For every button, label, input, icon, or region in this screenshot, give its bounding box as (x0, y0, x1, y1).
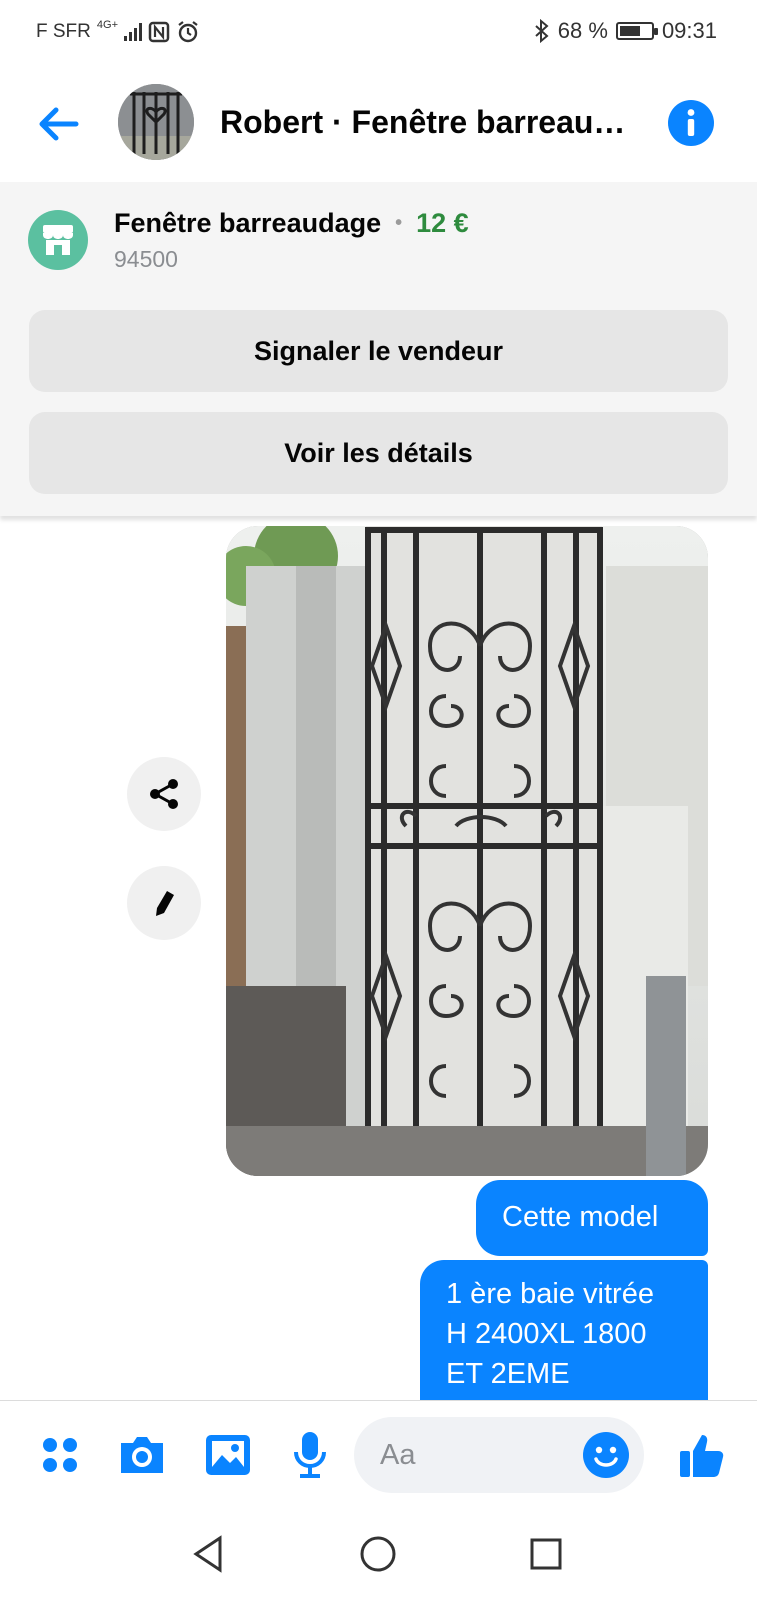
image-icon[interactable] (202, 1429, 254, 1481)
message-input-placeholder: Aa (380, 1439, 416, 1471)
circle-home-icon (360, 1536, 396, 1572)
shared-photo[interactable] (226, 526, 708, 1176)
message-bubble[interactable]: Cette model (476, 1180, 708, 1256)
battery-percent: 68 % (557, 18, 608, 43)
nav-recents-button[interactable] (522, 1530, 570, 1578)
status-bar: F SFR 4G+ 68 % 09:31 (0, 0, 757, 64)
listing-title-row: Fenêtre barreaudage • 12 € (114, 208, 469, 239)
avatar-image (118, 84, 194, 160)
bluetooth-icon (535, 19, 549, 43)
status-left: F SFR 4G+ (36, 19, 200, 44)
listing-price: 12 € (416, 208, 469, 238)
listing-postal-code: 94500 (114, 246, 178, 272)
message-composer: Aa (0, 1400, 757, 1511)
nav-home-button[interactable] (354, 1530, 402, 1578)
nfc-icon (148, 21, 170, 43)
nav-back-button[interactable] (186, 1530, 234, 1578)
battery-fill (619, 26, 641, 36)
listing-title: Fenêtre barreaudage (114, 208, 382, 238)
separator-dot: • (395, 212, 403, 234)
arrow-left-icon[interactable] (34, 100, 82, 148)
share-icon (150, 779, 178, 809)
microphone-icon[interactable] (284, 1429, 336, 1481)
network-label: 4G+ (96, 19, 118, 31)
avatar[interactable] (118, 84, 194, 160)
message-input[interactable]: Aa (354, 1417, 644, 1493)
info-icon[interactable] (668, 100, 714, 146)
conversation-title: Robert · Fenêtre barreaudage (220, 104, 640, 140)
battery-icon (615, 22, 658, 40)
square-recents-icon (530, 1538, 562, 1570)
pencil-icon (156, 891, 174, 916)
emoji-icon[interactable] (582, 1431, 630, 1479)
alarm-icon (178, 21, 198, 43)
message-bubble[interactable]: 1 ère baie vitrée H 2400XL 1800 ET 2EME (420, 1260, 708, 1400)
carrier-label: F SFR (36, 21, 91, 42)
shop-icon (28, 210, 88, 270)
window-grille-photo (226, 526, 708, 1176)
status-right: 68 % 09:31 (534, 18, 717, 44)
camera-icon[interactable] (116, 1429, 168, 1481)
conversation-header: Robert · Fenêtre barreaudage (0, 64, 757, 182)
thumbs-up-icon[interactable] (676, 1429, 728, 1481)
clock: 09:31 (661, 18, 717, 43)
menu-dots-icon[interactable] (34, 1429, 86, 1481)
marketplace-listing-panel: Fenêtre barreaudage • 12 € 94500 Signale… (0, 182, 757, 516)
share-button[interactable] (127, 757, 201, 831)
edit-button[interactable] (127, 866, 201, 940)
system-navigation-bar (0, 1510, 757, 1600)
triangle-back-icon (193, 1535, 222, 1573)
view-details-button[interactable]: Voir les détails (29, 412, 728, 494)
report-seller-button[interactable]: Signaler le vendeur (29, 310, 728, 392)
signal-icon (124, 23, 142, 41)
